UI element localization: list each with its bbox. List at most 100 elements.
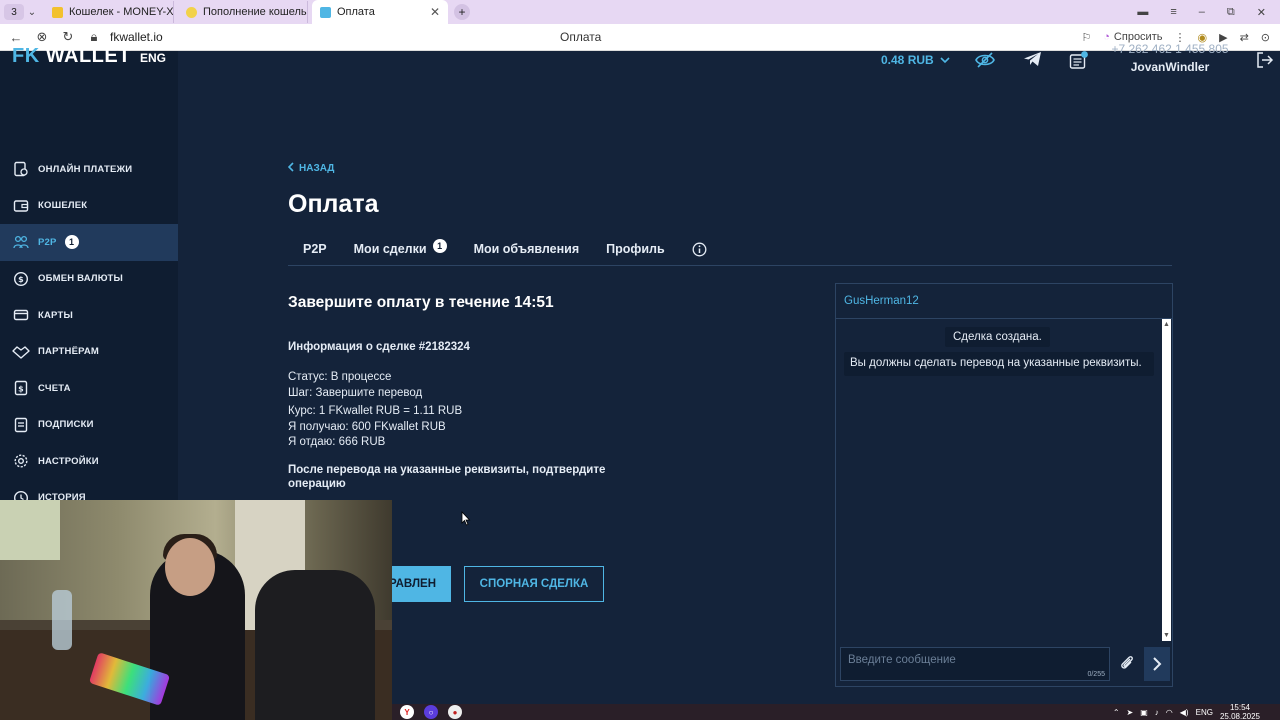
chat-message: Вы должны сделать перевод на указанные р… [844, 352, 1154, 376]
sidebar-item-settings[interactable]: НАСТРОЙКИ [0, 443, 178, 480]
username: JovanWindler [1130, 60, 1210, 74]
webcam-overlay [0, 500, 392, 720]
tray-expand-icon[interactable]: ⌃ [1113, 708, 1120, 717]
sidebar-item-label: ОНЛАЙН ПЛАТЕЖИ [38, 163, 133, 175]
user-profile[interactable]: +7 262 462 1 455 805 JovanWindler [1110, 42, 1230, 74]
wifi-icon[interactable]: ◠ [1166, 708, 1173, 717]
back-link[interactable]: НАЗАД [287, 162, 335, 175]
bookmark-icon[interactable]: ⚐ [1081, 31, 1091, 44]
telegram-tray-icon[interactable]: ➤ [1127, 708, 1134, 717]
scroll-up-icon[interactable]: ▲ [1163, 321, 1170, 328]
browser-tab-title: Оплата [337, 6, 375, 18]
balance-selector[interactable]: 0.48 RUB [881, 53, 950, 67]
logout-icon[interactable] [1256, 51, 1274, 74]
webcam-window [0, 500, 60, 560]
char-counter: 0/255 [1087, 671, 1105, 678]
sidebar-item-label: НАСТРОЙКИ [38, 455, 99, 467]
new-tab-button[interactable]: + [454, 4, 470, 20]
counterparty-name[interactable]: GusHerman12 [844, 295, 919, 307]
close-window-icon[interactable]: ✕ [1257, 6, 1266, 19]
chat-message-input[interactable] [841, 648, 1109, 680]
chevron-down-icon [940, 53, 950, 67]
deal-chat: GusHerman12 Сделка создана. Вы должны сд… [835, 283, 1173, 687]
reload-icon[interactable]: ↻ [58, 29, 78, 45]
language-switch[interactable]: ENG [140, 51, 166, 65]
payment-timer: Завершите оплату в течение 14:51 [288, 294, 554, 311]
tab-label: P2P [303, 242, 327, 256]
sidebar-item-wallet[interactable]: КОШЕЛЕК [0, 188, 178, 225]
sidebar-item-online-payments[interactable]: ОНЛАЙН ПЛАТЕЖИ [0, 151, 178, 188]
telegram-icon[interactable] [1023, 51, 1042, 72]
hide-balance-eye-icon[interactable] [975, 51, 995, 74]
obs-record-icon[interactable]: ● [448, 705, 462, 719]
scroll-down-icon[interactable]: ▼ [1163, 632, 1170, 639]
sidebar-item-label: ПОДПИСКИ [38, 419, 94, 431]
svg-text:$: $ [18, 275, 24, 284]
sidebar-item-p2p[interactable]: P2P 1 [0, 224, 178, 261]
cards-icon [12, 306, 30, 324]
deal-rate: Курс: 1 FKwallet RUB = 1.11 RUB [288, 405, 463, 417]
yandex-browser-icon[interactable]: Y [400, 705, 414, 719]
restore-icon[interactable]: ⧉ [1227, 6, 1235, 19]
webcam-person-background [255, 570, 375, 720]
chat-scrollbar[interactable]: ▲ ▼ [1162, 319, 1171, 641]
window-controls: ▬ ≡ – ⧉ ✕ [1137, 6, 1280, 19]
chevron-left-icon [287, 162, 294, 175]
moneyx-favicon-icon [52, 6, 63, 18]
sidebar-item-label: СЧЕТА [38, 382, 71, 394]
fkwallet-logo[interactable]: FK WALLET [12, 45, 131, 68]
sidebar-item-label: КОШЕЛЕК [38, 200, 88, 212]
tab-p2p[interactable]: P2P [303, 236, 327, 262]
volume-icon[interactable]: ◀) [1180, 708, 1189, 717]
browser-tab[interactable]: Кошелек - MONEY-X [44, 1, 174, 23]
browser-tab-active[interactable]: Оплата ✕ [312, 0, 448, 24]
chevron-right-icon [1153, 657, 1162, 671]
sidebar-item-exchange[interactable]: $ ОБМЕН ВАЛЮТЫ [0, 261, 178, 298]
tabs-dropdown-icon[interactable]: ⌄ [24, 7, 40, 18]
close-tab-icon[interactable]: ✕ [430, 5, 440, 19]
exchange-icon: $ [12, 270, 30, 288]
clock[interactable]: 15:54 25.08.2025 [1220, 703, 1260, 720]
system-message: Сделка создана. [945, 327, 1050, 347]
tab-profile[interactable]: Профиль [606, 236, 665, 262]
chat-header: GusHerman12 [836, 284, 1172, 319]
browser-tab-title: Пополнение кошелька | Г [203, 6, 307, 18]
tab-my-deals[interactable]: Мои сделки 1 [354, 236, 447, 262]
page-title: Оплата [288, 190, 379, 218]
deal-receive: Я получаю: 600 FKwallet RUB [288, 420, 446, 433]
mic-icon[interactable]: ♪ [1155, 708, 1159, 717]
translate-icon[interactable]: ⇄ [1240, 31, 1249, 44]
tray-app-icon[interactable]: ▣ [1140, 708, 1148, 717]
downloads-icon[interactable]: ▬ [1137, 6, 1148, 19]
send-message-button[interactable] [1144, 647, 1170, 681]
sidebar-item-partners[interactable]: ПАРТНЁРАМ [0, 334, 178, 371]
browser-tab[interactable]: Пополнение кошелька | Г [178, 1, 308, 23]
webcam-person-head [165, 538, 215, 596]
tab-my-ads[interactable]: Мои объявления [474, 236, 580, 262]
info-icon[interactable] [692, 236, 707, 262]
account-icon[interactable]: ⊙ [1261, 31, 1270, 44]
user-phone: +7 262 462 1 455 805 [1111, 42, 1229, 54]
coin-favicon-icon [186, 6, 197, 18]
sidebar-item-subscriptions[interactable]: ПОДПИСКИ [0, 407, 178, 444]
logo-wallet: WALLET [45, 45, 131, 67]
back-label: НАЗАД [299, 163, 335, 174]
deal-details: Статус: В процессе Шаг: Завершите перево… [288, 370, 462, 451]
deals-count-badge: 1 [432, 239, 447, 253]
paperclip-icon[interactable] [1119, 654, 1135, 677]
deal-step: Шаг: Завершите перевод [288, 386, 423, 399]
tray-lang[interactable]: ENG [1196, 708, 1213, 717]
sidebar-item-invoices[interactable]: $ СЧЕТА [0, 370, 178, 407]
dispute-deal-button[interactable]: СПОРНАЯ СДЕЛКА [464, 566, 604, 602]
tab-count-badge[interactable]: 3 [4, 4, 24, 20]
partners-icon [12, 343, 30, 361]
back-arrow-icon[interactable]: ← [6, 30, 26, 45]
url-text[interactable]: fkwallet.io [110, 30, 163, 44]
os-taskbar: Y ○ ● ⌃ ➤ ▣ ♪ ◠ ◀) ENG 15:54 25.08.2025 [392, 703, 1280, 720]
site-settings-icon[interactable]: ⊗ [32, 29, 52, 45]
sidebar-item-cards[interactable]: КАРТЫ [0, 297, 178, 334]
minimize-icon[interactable]: – [1199, 6, 1205, 19]
notifications-icon[interactable] [1069, 51, 1089, 74]
menu-icon[interactable]: ≡ [1170, 6, 1176, 19]
app-ring-icon[interactable]: ○ [424, 705, 438, 719]
